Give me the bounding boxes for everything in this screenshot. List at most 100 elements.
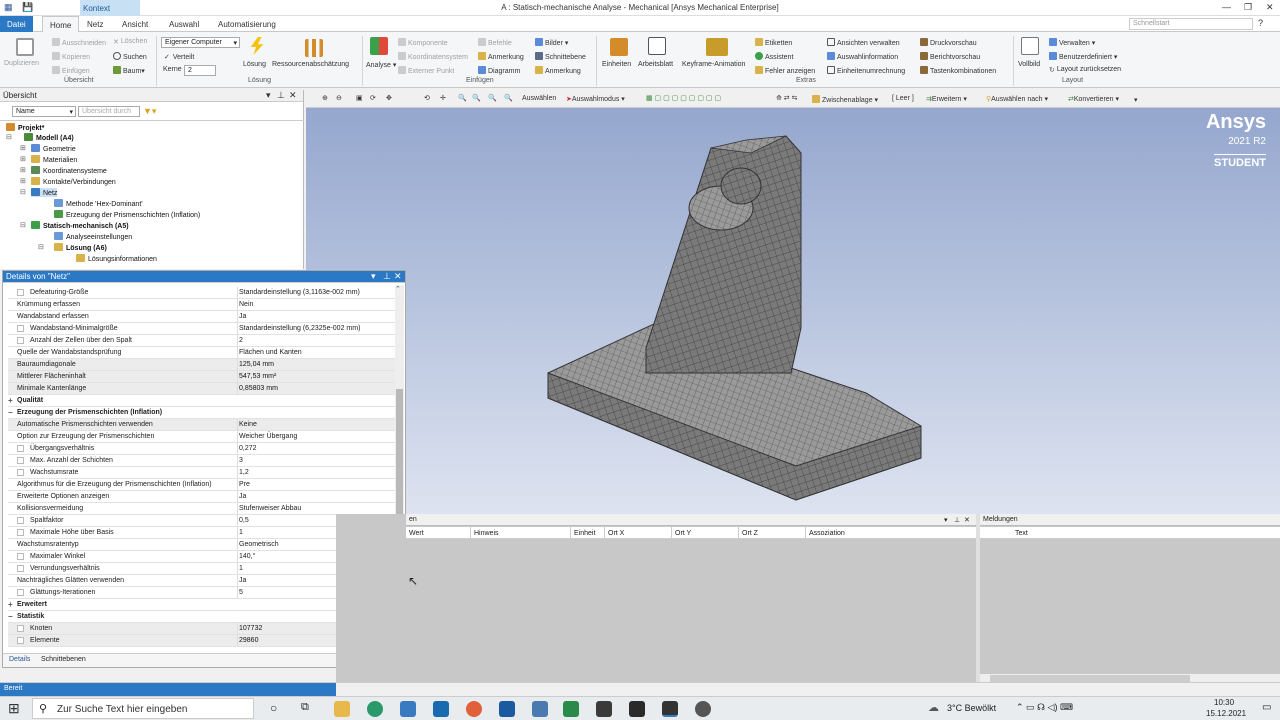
tree-node-inflation[interactable]: Erzeugung der Prismenschichten (Inflatio… <box>54 210 200 219</box>
property-value[interactable]: 107732 <box>239 625 262 632</box>
expand-icon[interactable]: ⊞ <box>20 177 26 185</box>
reset-layout-button[interactable]: ↻ Layout zurücksetzen <box>1049 66 1121 74</box>
clock-date[interactable]: 15.12.2021 <box>1206 709 1246 718</box>
annotation-button[interactable]: Anmerkung <box>478 52 524 61</box>
filter-icon[interactable]: ▼▾ <box>143 106 156 117</box>
close-icon[interactable]: ✕ <box>394 271 402 282</box>
outlook-icon[interactable] <box>499 701 515 717</box>
shortcuts-button[interactable]: Tastenkombinationen <box>920 66 996 75</box>
graphics-viewport[interactable]: Ansys 2021 R2 STUDENT <box>306 108 1280 514</box>
col-wert[interactable]: Wert <box>406 527 470 539</box>
taskbar-search-input[interactable]: ⚲ Zur Suche Text hier eingeben <box>32 698 254 719</box>
property-value[interactable]: Ja <box>239 313 246 320</box>
details-row[interactable]: − Erzeugung der Prismenschichten (Inflati… <box>8 407 395 419</box>
close-icon[interactable]: ✕ <box>289 90 297 101</box>
weather-text[interactable]: 3°C Bewölkt <box>947 703 996 713</box>
quick-search-input[interactable]: Schnellstart <box>1129 18 1253 30</box>
details-row[interactable]: + Qualität <box>8 395 395 407</box>
collapse-icon[interactable]: ⊟ <box>20 188 26 196</box>
manage-views-button[interactable]: Ansichten verwalten <box>827 38 900 47</box>
find-button[interactable]: Suchen <box>113 52 147 61</box>
close-icon[interactable]: ✕ <box>1266 2 1274 13</box>
tree-node-mesh[interactable]: Netz <box>31 188 58 197</box>
property-value[interactable]: Stufenweiser Abbau <box>239 505 301 512</box>
property-value[interactable]: 1 <box>239 529 243 536</box>
extend-icon[interactable]: ⟰ ⇄ ⇆ <box>776 94 798 102</box>
tab-datei[interactable]: Datei <box>0 16 33 32</box>
paste-button[interactable]: Einfügen <box>52 66 90 75</box>
solve-button[interactable]: Lösung <box>243 61 266 68</box>
app-icon[interactable] <box>695 701 711 717</box>
tray-icons[interactable]: ⌃ ▭ ☊ ◁) ⌨ <box>1016 702 1073 713</box>
col-hinweis[interactable]: Hinweis <box>470 527 570 539</box>
annotation2-button[interactable]: Anmerkung <box>535 66 581 75</box>
property-value[interactable]: Flächen und Kanten <box>239 349 302 356</box>
property-value[interactable]: 1 <box>239 565 243 572</box>
property-value[interactable]: 547,53 mm² <box>239 373 276 380</box>
col-ort-x[interactable]: Ort X <box>604 527 671 539</box>
cut-button[interactable]: Ausschneiden <box>52 38 106 47</box>
details-row[interactable]: Wachstumsrate 1,2 <box>8 467 395 479</box>
tab-automatisierung[interactable]: Automatisierung <box>211 16 283 32</box>
col-einheit[interactable]: Einheit <box>570 527 604 539</box>
tab-section-planes[interactable]: Schnittebenen <box>41 656 86 663</box>
file-explorer-icon[interactable] <box>334 701 350 717</box>
parameter-checkbox[interactable] <box>17 469 24 476</box>
minimize-icon[interactable]: — <box>1222 2 1231 12</box>
ansys-app-icon[interactable] <box>596 701 612 717</box>
external-point-button[interactable]: Externer Punkt <box>398 66 454 75</box>
col-ort-z[interactable]: Ort Z <box>738 527 805 539</box>
firefox-icon[interactable] <box>466 701 482 717</box>
property-value[interactable]: 2 <box>239 337 243 344</box>
tree-node-coordinate-systems[interactable]: Koordinatensysteme <box>31 166 107 175</box>
details-row[interactable]: Max. Anzahl der Schichten 3 <box>8 455 395 467</box>
component-button[interactable]: Komponente <box>398 38 448 47</box>
chart-button[interactable]: Diagramm <box>478 66 520 75</box>
details-row[interactable]: Bauraumdiagonale 125,04 mm <box>8 359 395 371</box>
analysis-button[interactable]: Analyse ▾ <box>366 61 396 69</box>
parameter-checkbox[interactable] <box>17 625 24 632</box>
store-icon[interactable] <box>400 701 416 717</box>
print-preview-button[interactable]: Druckvorschau <box>920 38 977 47</box>
units-button[interactable]: Einheiten <box>602 61 631 68</box>
keyframe-button[interactable]: Keyframe-Animation <box>682 61 745 68</box>
expand-toggle-icon[interactable]: − <box>8 612 13 621</box>
property-value[interactable]: 125,04 mm <box>239 361 274 368</box>
property-value[interactable]: Weicher Übergang <box>239 433 297 440</box>
dropdown-icon[interactable]: ▾ <box>371 271 376 282</box>
property-value[interactable]: 29860 <box>239 637 258 644</box>
details-row[interactable]: Mittlerer Flächeninhalt 547,53 mm² <box>8 371 395 383</box>
expand-icon[interactable]: ⊞ <box>20 166 26 174</box>
close-icon[interactable]: ✕ <box>964 516 970 524</box>
tree-node-model[interactable]: Modell (A4) <box>24 133 74 142</box>
outline-filter-select[interactable]: Name ▾ <box>12 106 76 117</box>
tab-ansicht[interactable]: Ansicht <box>115 16 155 32</box>
parameter-checkbox[interactable] <box>17 445 24 452</box>
property-value[interactable]: Nein <box>239 301 253 308</box>
tab-home[interactable]: Home <box>42 16 80 32</box>
parameter-checkbox[interactable] <box>17 517 24 524</box>
tree-node-project[interactable]: Projekt* <box>6 123 44 132</box>
pan-icon[interactable]: ✥ <box>386 94 392 102</box>
property-value[interactable]: 0,272 <box>239 445 257 452</box>
report-preview-button[interactable]: Berichtvorschau <box>920 52 980 61</box>
rotate-icon[interactable]: ⟳ <box>370 94 376 102</box>
tree-node-static-structural[interactable]: Statisch-mechanisch (A5) <box>31 221 129 230</box>
restore-icon[interactable]: ❐ <box>1244 2 1252 13</box>
property-value[interactable]: 0,5 <box>239 517 249 524</box>
scroll-up-icon[interactable]: ⌃ <box>395 285 401 293</box>
custom-layout-button[interactable]: Benutzerdefiniert ▾ <box>1049 52 1117 61</box>
copy-button[interactable]: Kopieren <box>52 52 90 61</box>
tree-node-contacts[interactable]: Kontakte/Verbindungen <box>31 177 116 186</box>
duplicate-button[interactable]: Duplizieren <box>4 60 39 67</box>
details-row[interactable]: Option zur Erzeugung der Prismenschichte… <box>8 431 395 443</box>
property-value[interactable]: Keine <box>239 421 257 428</box>
expand-icon[interactable]: ⊞ <box>20 155 26 163</box>
zoom-out-icon[interactable]: ⊖ <box>336 94 342 102</box>
windows-start-icon[interactable]: ⊞ <box>8 700 20 717</box>
distributed-checkbox[interactable]: ✓ Verteilt <box>164 53 194 61</box>
property-value[interactable]: 1,2 <box>239 469 249 476</box>
tree-node-geometry[interactable]: Geometrie <box>31 144 76 153</box>
collapse-icon[interactable]: ⊟ <box>6 133 12 141</box>
dropdown-icon[interactable]: ▾ <box>944 516 948 524</box>
